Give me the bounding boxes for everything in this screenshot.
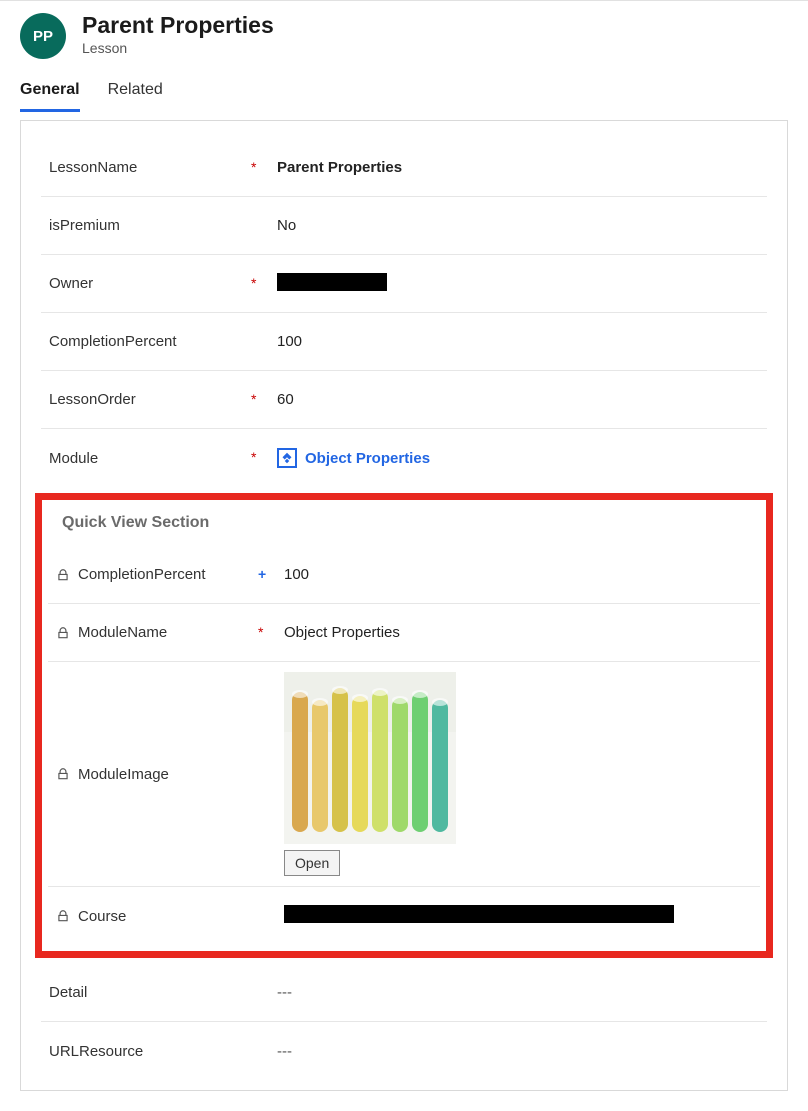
module-image [284, 672, 456, 844]
tab-bar: General Related [0, 69, 808, 112]
field-completion-percent[interactable]: CompletionPercent 100 [41, 313, 767, 371]
label-is-premium: isPremium [41, 217, 251, 234]
field-url-resource[interactable]: URLResource --- [41, 1022, 767, 1080]
redacted-course [284, 905, 674, 923]
label-lesson-order: LessonOrder [41, 391, 251, 408]
value-lesson-name: Parent Properties [271, 149, 767, 186]
qv-value-course [278, 895, 760, 937]
tab-general[interactable]: General [20, 73, 80, 112]
required-indicator: * [251, 391, 256, 407]
value-is-premium: No [271, 207, 767, 244]
avatar: PP [20, 13, 66, 59]
lock-icon [56, 767, 70, 781]
redacted-owner [277, 273, 387, 291]
value-completion-percent: 100 [271, 323, 767, 360]
required-indicator: * [258, 624, 263, 640]
entity-icon [277, 448, 297, 468]
lock-icon [56, 626, 70, 640]
lock-icon [56, 909, 70, 923]
recommended-indicator: + [258, 566, 266, 582]
tab-related[interactable]: Related [108, 73, 163, 112]
label-module: Module [41, 450, 251, 467]
open-image-button[interactable]: Open [284, 850, 340, 876]
qv-label-module-image: ModuleImage [78, 766, 169, 783]
page-subtitle: Lesson [82, 40, 274, 56]
value-lesson-order: 60 [271, 381, 767, 418]
label-lesson-name: LessonName [41, 159, 251, 176]
label-completion-percent: CompletionPercent [41, 333, 251, 350]
field-is-premium[interactable]: isPremium No [41, 197, 767, 255]
required-indicator: * [251, 159, 256, 175]
lookup-module[interactable]: Object Properties [277, 448, 761, 468]
qv-label-module-name: ModuleName [78, 624, 167, 641]
label-url-resource: URLResource [41, 1043, 251, 1060]
quick-view-highlight: Quick View Section CompletionPercent + 1… [35, 493, 773, 958]
value-url-resource: --- [271, 1033, 767, 1070]
qv-field-module-name: ModuleName * Object Properties [48, 604, 760, 662]
qv-field-completion-percent: CompletionPercent + 100 [48, 546, 760, 604]
required-indicator: * [251, 275, 256, 291]
qv-value-module-name: Object Properties [278, 614, 760, 651]
field-owner[interactable]: Owner * [41, 255, 767, 313]
field-lesson-order[interactable]: LessonOrder * 60 [41, 371, 767, 429]
qv-label-completion-percent: CompletionPercent [78, 566, 206, 583]
qv-field-course: Course [48, 887, 760, 945]
field-lesson-name[interactable]: LessonName * Parent Properties [41, 139, 767, 197]
quick-view-section-title: Quick View Section [48, 500, 760, 546]
value-owner [271, 263, 767, 305]
value-detail: --- [271, 974, 767, 1011]
field-detail[interactable]: Detail --- [41, 964, 767, 1022]
label-owner: Owner [41, 275, 251, 292]
label-detail: Detail [41, 984, 251, 1001]
record-header: PP Parent Properties Lesson [0, 13, 808, 69]
lookup-module-text: Object Properties [305, 450, 430, 467]
lock-icon [56, 568, 70, 582]
field-module[interactable]: Module * Object Properties [41, 429, 767, 487]
form-panel: LessonName * Parent Properties isPremium… [20, 120, 788, 1091]
qv-value-completion-percent: 100 [278, 556, 760, 593]
required-indicator: * [251, 449, 256, 465]
qv-field-module-image: ModuleImage [48, 662, 760, 887]
qv-label-course: Course [78, 908, 126, 925]
page-title: Parent Properties [82, 13, 274, 38]
